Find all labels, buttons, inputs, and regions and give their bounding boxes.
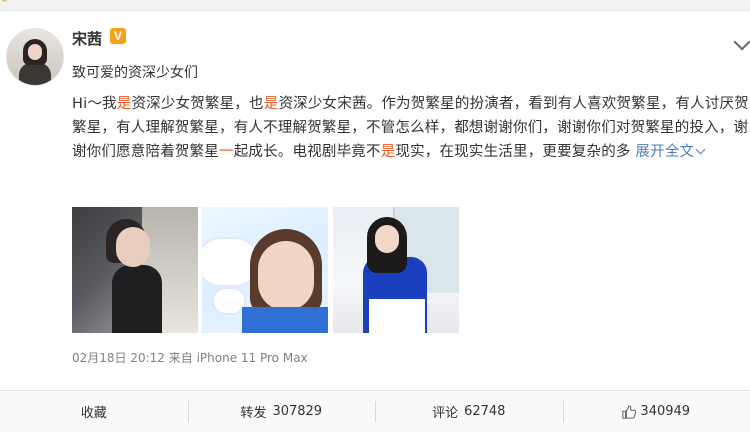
post-image-1[interactable]	[72, 207, 198, 333]
top-strip: ★	[0, 0, 750, 8]
content-text: 现实，在现实生活里，更要复杂的多	[395, 144, 635, 160]
repost-count: 307829	[272, 404, 322, 419]
post-source: 来自 iPhone 11 Pro Max	[169, 351, 308, 365]
highlight-word: 是	[264, 96, 279, 112]
expand-label: 展开全文	[635, 144, 694, 160]
avatar[interactable]	[6, 28, 64, 86]
highlight-word: 是	[381, 144, 396, 160]
highlight-word: 一	[219, 144, 234, 160]
expand-full-text-link[interactable]: 展开全文	[635, 144, 704, 160]
comment-button[interactable]: 评论 62748	[375, 391, 563, 432]
content-text: 资深少女贺繁星，也	[131, 96, 263, 112]
comment-count: 62748	[464, 404, 505, 419]
comment-label: 评论	[432, 402, 458, 421]
favorite-button[interactable]: 收藏	[0, 391, 188, 432]
post-image-2[interactable]	[202, 207, 328, 333]
like-count: 340949	[640, 404, 690, 419]
action-bar: 收藏 转发 307829 评论 62748 340949	[0, 390, 750, 432]
post-time[interactable]: 02月18日 20:12	[72, 351, 165, 365]
verified-badge-icon: V	[110, 28, 126, 44]
repost-label: 转发	[240, 402, 266, 421]
post-meta: 02月18日 20:12 来自 iPhone 11 Pro Max	[72, 349, 308, 366]
like-button[interactable]: 340949	[563, 391, 750, 432]
chevron-down-icon	[696, 145, 706, 155]
author-name[interactable]: 宋茜	[72, 28, 102, 49]
post-subtitle: 致可爱的资深少女们	[72, 62, 198, 82]
content-text: Hi～我	[72, 96, 117, 112]
favorite-label: 收藏	[81, 402, 107, 421]
repost-button[interactable]: 转发 307829	[188, 391, 376, 432]
post-content: Hi～我是资深少女贺繁星，也是资深少女宋茜。作为贺繁星的扮演者，看到有人喜欢贺繁…	[72, 92, 750, 164]
thumbs-up-icon	[622, 405, 636, 419]
content-text: 起成长。电视剧毕竟不	[234, 144, 381, 160]
post-image-3[interactable]	[333, 207, 459, 333]
highlight-word: 是	[117, 96, 132, 112]
star-icon: ★	[0, 0, 9, 5]
